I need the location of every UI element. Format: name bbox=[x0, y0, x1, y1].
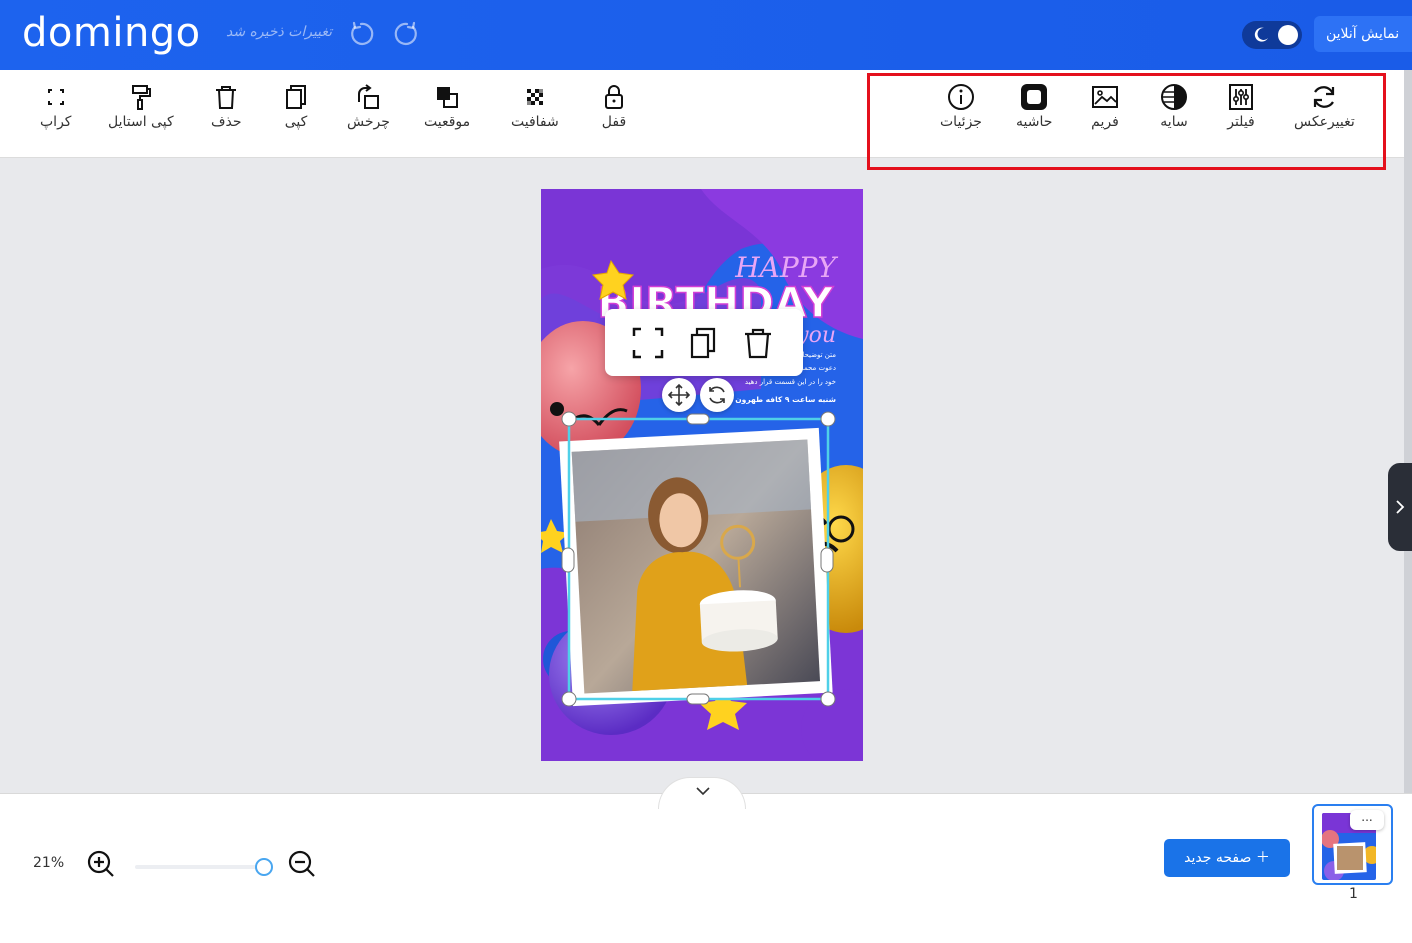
redo-icon[interactable] bbox=[392, 19, 422, 49]
rotate-label: چرخش bbox=[347, 114, 390, 130]
toggle-knob bbox=[1278, 25, 1298, 45]
crop-button[interactable]: کراپ bbox=[40, 82, 71, 130]
new-page-label: صفحه جدید bbox=[1184, 850, 1252, 866]
online-preview-button[interactable]: نمایش آنلاین bbox=[1314, 16, 1412, 52]
collapse-panel-tab[interactable] bbox=[658, 777, 746, 809]
paint-roller-icon bbox=[131, 85, 151, 110]
rotate-button[interactable]: چرخش bbox=[347, 82, 390, 130]
right-scrollbar[interactable] bbox=[1404, 70, 1412, 793]
copy-style-label: کپی استایل bbox=[108, 114, 174, 130]
rotate-icon bbox=[358, 84, 380, 109]
delete-icon[interactable] bbox=[741, 326, 775, 360]
lock-button[interactable]: قفل bbox=[599, 82, 629, 130]
highlight-box bbox=[867, 73, 1386, 170]
zoom-slider-knob[interactable] bbox=[255, 858, 273, 876]
lock-icon bbox=[605, 85, 623, 109]
delete-button[interactable]: حذف bbox=[211, 82, 242, 130]
page-number: 1 bbox=[1349, 886, 1358, 902]
crop-icon bbox=[47, 89, 64, 105]
rotate-handle-button[interactable] bbox=[700, 378, 734, 412]
zoom-level: 21% bbox=[33, 855, 65, 871]
crop-label: کراپ bbox=[40, 114, 72, 130]
zoom-slider-track[interactable] bbox=[135, 865, 265, 869]
copy-icon bbox=[286, 85, 306, 109]
transparency-icon bbox=[526, 89, 543, 105]
duplicate-icon[interactable] bbox=[687, 326, 721, 360]
side-panel-toggle[interactable] bbox=[1388, 463, 1412, 551]
chevron-right-icon bbox=[1396, 500, 1405, 514]
domingo-logo[interactable]: domingo bbox=[22, 10, 201, 56]
new-page-button[interactable]: صفحه جدید ＋ bbox=[1164, 839, 1290, 877]
move-button[interactable] bbox=[662, 378, 696, 412]
top-header: domingo تغییرات ذخیره شد نمایش آنلاین bbox=[0, 0, 1412, 70]
zoom-in-icon[interactable] bbox=[86, 849, 116, 879]
selection-box[interactable] bbox=[541, 189, 863, 761]
theme-toggle[interactable] bbox=[1242, 21, 1302, 49]
transparency-button[interactable]: شفافیت bbox=[511, 82, 559, 130]
floating-context-menu bbox=[605, 309, 803, 376]
refresh-icon bbox=[709, 386, 725, 404]
online-preview-label: نمایش آنلاین bbox=[1326, 26, 1400, 42]
position-button[interactable]: موقعیت bbox=[424, 82, 470, 130]
undo-icon[interactable] bbox=[346, 19, 376, 49]
delete-label: حذف bbox=[211, 114, 242, 130]
zoom-out-icon[interactable] bbox=[287, 849, 317, 879]
trash-icon bbox=[216, 86, 237, 109]
moon-icon bbox=[1254, 27, 1268, 42]
move-icon bbox=[667, 383, 691, 407]
transparency-label: شفافیت bbox=[511, 114, 559, 130]
lock-label: قفل bbox=[601, 114, 627, 130]
duplicate-label: کپی bbox=[284, 114, 308, 130]
page-thumbnail[interactable]: ... bbox=[1312, 804, 1393, 885]
save-status: تغییرات ذخیره شد bbox=[226, 24, 333, 40]
plus-icon: ＋ bbox=[1255, 850, 1270, 866]
duplicate-button[interactable]: کپی bbox=[281, 82, 311, 130]
chevron-down-icon bbox=[696, 787, 710, 796]
thumbnail-menu-button[interactable]: ... bbox=[1350, 810, 1384, 830]
copy-style-button[interactable]: کپی استایل bbox=[108, 82, 174, 130]
layers-icon bbox=[437, 87, 459, 108]
fullscreen-icon[interactable] bbox=[631, 326, 665, 360]
position-label: موقعیت bbox=[424, 114, 471, 130]
